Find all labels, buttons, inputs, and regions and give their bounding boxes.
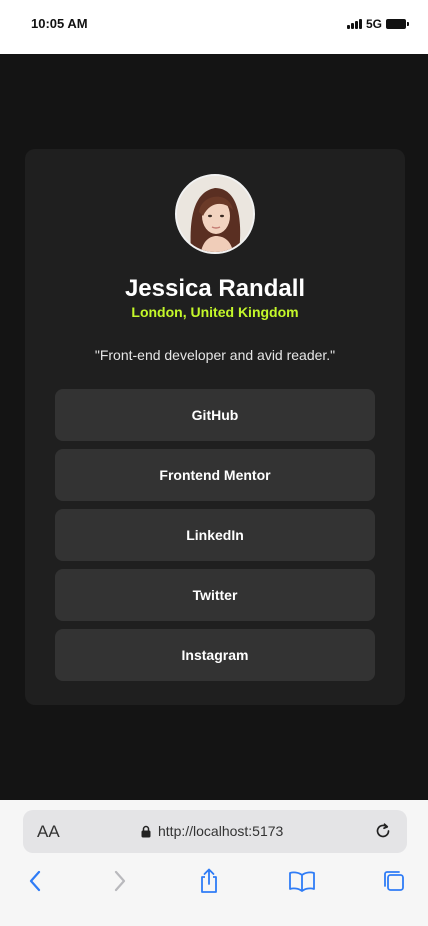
github-link-button[interactable]: GitHub xyxy=(55,389,375,441)
battery-icon xyxy=(386,19,409,29)
status-indicators: 5G xyxy=(346,17,409,31)
profile-name: Jessica Randall xyxy=(124,275,306,302)
linkedin-link-button[interactable]: LinkedIn xyxy=(55,509,375,561)
browser-toolbar xyxy=(0,866,428,896)
avatar xyxy=(175,174,255,254)
url-text: http://localhost:5173 xyxy=(158,823,284,839)
profile-bio: "Front-end developer and avid reader." xyxy=(94,347,336,363)
social-links: GitHub Frontend Mentor LinkedIn Twitter … xyxy=(55,389,375,689)
address-bar[interactable]: AA http://localhost:5173 xyxy=(23,810,407,853)
tabs-icon[interactable] xyxy=(379,866,409,896)
status-bar: 10:05 AM 5G xyxy=(0,0,428,54)
frontend-mentor-link-button[interactable]: Frontend Mentor xyxy=(55,449,375,501)
status-time: 10:05 AM xyxy=(31,16,88,31)
profile-location: London, United Kingdom xyxy=(131,304,299,320)
bookmarks-icon[interactable] xyxy=(287,866,317,896)
instagram-link-button[interactable]: Instagram xyxy=(55,629,375,681)
profile-card: Jessica Randall London, United Kingdom "… xyxy=(25,149,405,705)
twitter-link-button[interactable]: Twitter xyxy=(55,569,375,621)
browser-bar: AA http://localhost:5173 xyxy=(0,800,428,926)
lock-icon xyxy=(141,825,151,837)
avatar-portrait-image xyxy=(177,176,253,252)
share-icon[interactable] xyxy=(194,866,224,896)
web-viewport: Jessica Randall London, United Kingdom "… xyxy=(0,54,428,800)
network-label: 5G xyxy=(365,17,382,31)
url-field[interactable]: http://localhost:5173 xyxy=(141,823,283,839)
back-icon[interactable] xyxy=(20,866,50,896)
reload-icon[interactable] xyxy=(373,821,393,846)
text-size-button[interactable]: AA xyxy=(37,822,60,842)
signal-icon xyxy=(346,19,362,29)
forward-icon[interactable] xyxy=(105,866,135,896)
